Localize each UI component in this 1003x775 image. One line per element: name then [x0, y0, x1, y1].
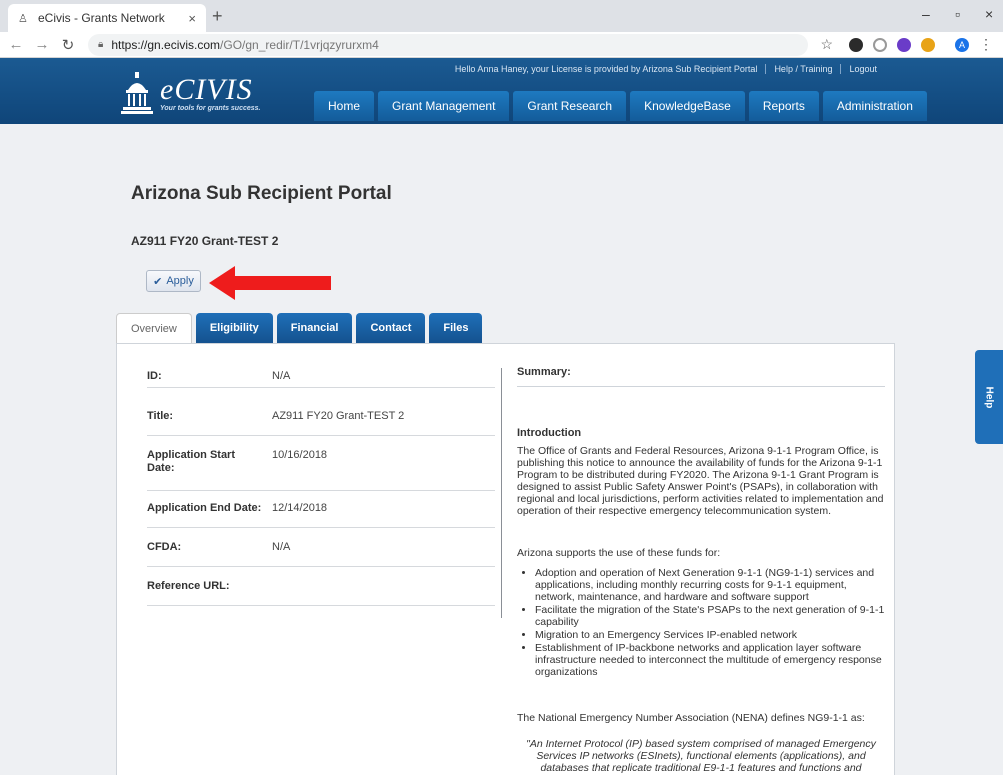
- apply-label: Apply: [166, 275, 194, 287]
- nav-administration[interactable]: Administration: [822, 91, 927, 121]
- introduction-heading: Introduction: [517, 427, 582, 439]
- browser-tab-title: eCivis - Grants Network: [38, 11, 165, 25]
- cfda-value: N/A: [272, 541, 291, 553]
- list-item: Establishment of IP-backbone networks an…: [535, 642, 885, 678]
- introduction-text: The Office of Grants and Federal Resourc…: [517, 445, 884, 517]
- checkmark-icon: ✔: [153, 275, 163, 288]
- extension-ring-icon[interactable]: [873, 37, 887, 52]
- main-nav: Home Grant Management Grant Research Kno…: [314, 91, 927, 121]
- field-id: ID: N/A: [147, 370, 495, 388]
- help-training-link[interactable]: Help / Training: [766, 64, 842, 74]
- title-label: Title:: [147, 410, 174, 422]
- cfda-label: CFDA:: [147, 541, 182, 553]
- id-value: N/A: [272, 370, 291, 382]
- start-date-value: 10/16/2018: [272, 449, 328, 461]
- tab-financial[interactable]: Financial: [276, 313, 353, 343]
- close-tab-icon[interactable]: ×: [188, 11, 196, 26]
- end-date-label: Application End Date:: [147, 502, 262, 514]
- back-arrow-icon[interactable]: ←: [6, 36, 26, 53]
- content-tabs: Overview Eligibility Financial Contact F…: [116, 313, 483, 344]
- nav-home[interactable]: Home: [314, 91, 375, 121]
- overview-panel: ID: N/A Title: AZ911 FY20 Grant-TEST 2 A…: [116, 343, 895, 775]
- forward-arrow-icon[interactable]: →: [32, 36, 52, 53]
- nav-knowledgebase[interactable]: KnowledgeBase: [630, 91, 745, 121]
- list-item: Adoption and operation of Next Generatio…: [535, 567, 885, 603]
- supports-text: Arizona supports the use of these funds …: [517, 547, 721, 559]
- summary-heading: Summary:: [517, 366, 885, 387]
- nav-reports[interactable]: Reports: [748, 91, 819, 121]
- red-arrow-icon: [209, 266, 331, 300]
- field-end-date: Application End Date: 12/14/2018: [147, 502, 495, 528]
- reference-url-label: Reference URL:: [147, 580, 230, 592]
- minimize-button[interactable]: –: [922, 6, 930, 22]
- funds-bullet-list: Adoption and operation of Next Generatio…: [517, 567, 885, 678]
- nena-quote: "An Internet Protocol (IP) based system …: [526, 738, 876, 774]
- url-path: /GO/gn_redir/T/1vrjqzyrurxm4: [220, 37, 379, 52]
- field-title: Title: AZ911 FY20 Grant-TEST 2: [147, 410, 495, 436]
- apply-button[interactable]: ✔ Apply: [146, 270, 201, 292]
- id-label: ID:: [147, 370, 162, 382]
- browser-tabstrip: ♙ eCivis - Grants Network × + – ▫ ×: [0, 0, 1003, 32]
- start-date-label: Application Start Date:: [147, 449, 236, 474]
- logo-name: eCIVIS: [160, 72, 253, 106]
- extension-gauge-icon[interactable]: [921, 37, 935, 52]
- url-base: https://gn.ecivis.com: [111, 37, 221, 52]
- nena-text: The National Emergency Number Associatio…: [517, 712, 865, 724]
- extension-purple-icon[interactable]: [897, 37, 911, 52]
- page-title: Arizona Sub Recipient Portal: [131, 183, 392, 204]
- site-favicon-icon: ♙: [18, 13, 28, 25]
- extension-icons: ☆ A ⋮: [820, 36, 993, 53]
- new-tab-button[interactable]: +: [212, 6, 223, 27]
- capitol-building-icon: [121, 72, 153, 114]
- field-cfda: CFDA: N/A: [147, 541, 495, 567]
- close-window-button[interactable]: ×: [985, 6, 993, 22]
- browser-tab[interactable]: ♙ eCivis - Grants Network ×: [8, 4, 206, 32]
- tab-overview[interactable]: Overview: [116, 313, 192, 344]
- tab-files[interactable]: Files: [429, 313, 483, 343]
- grant-name: AZ911 FY20 Grant-TEST 2: [131, 234, 279, 248]
- lock-icon: 🔒︎: [98, 39, 104, 50]
- list-item: Migration to an Emergency Services IP-en…: [535, 629, 885, 641]
- bookmark-star-icon[interactable]: ☆: [820, 36, 833, 53]
- browser-menu-icon[interactable]: ⋮: [979, 36, 993, 53]
- url-input[interactable]: 🔒︎ https://gn.ecivis.com /GO/gn_redir/T/…: [88, 33, 808, 56]
- column-divider: [501, 368, 502, 618]
- tab-contact[interactable]: Contact: [356, 313, 426, 343]
- help-side-tab[interactable]: Help: [975, 350, 1003, 444]
- logo-tagline: Your tools for grants success.: [160, 104, 261, 112]
- summary-section: Summary: Introduction The Office of Gran…: [517, 366, 885, 774]
- logout-link[interactable]: Logout: [841, 64, 885, 74]
- reload-icon[interactable]: ↻: [58, 36, 78, 54]
- user-topbar: Hello Anna Haney, your License is provid…: [447, 64, 885, 74]
- license-greeting: Hello Anna Haney, your License is provid…: [447, 64, 767, 74]
- title-value: AZ911 FY20 Grant-TEST 2: [272, 410, 405, 422]
- profile-avatar[interactable]: A: [955, 37, 969, 52]
- field-start-date: Application Start Date: 10/16/2018: [147, 449, 495, 491]
- end-date-value: 12/14/2018: [272, 502, 328, 514]
- tab-eligibility[interactable]: Eligibility: [195, 313, 273, 343]
- field-reference-url: Reference URL:: [147, 580, 495, 606]
- list-item: Facilitate the migration of the State's …: [535, 604, 885, 628]
- nav-grant-research[interactable]: Grant Research: [513, 91, 627, 121]
- site-header: eCIVIS Your tools for grants success. He…: [0, 58, 1003, 124]
- maximize-button[interactable]: ▫: [955, 6, 960, 22]
- address-bar: ← → ↻ 🔒︎ https://gn.ecivis.com /GO/gn_re…: [0, 32, 1003, 58]
- ecivis-logo[interactable]: eCIVIS Your tools for grants success.: [120, 70, 261, 116]
- extension-circle-icon[interactable]: [849, 37, 863, 52]
- nav-grant-management[interactable]: Grant Management: [378, 91, 510, 121]
- help-label: Help: [983, 386, 995, 408]
